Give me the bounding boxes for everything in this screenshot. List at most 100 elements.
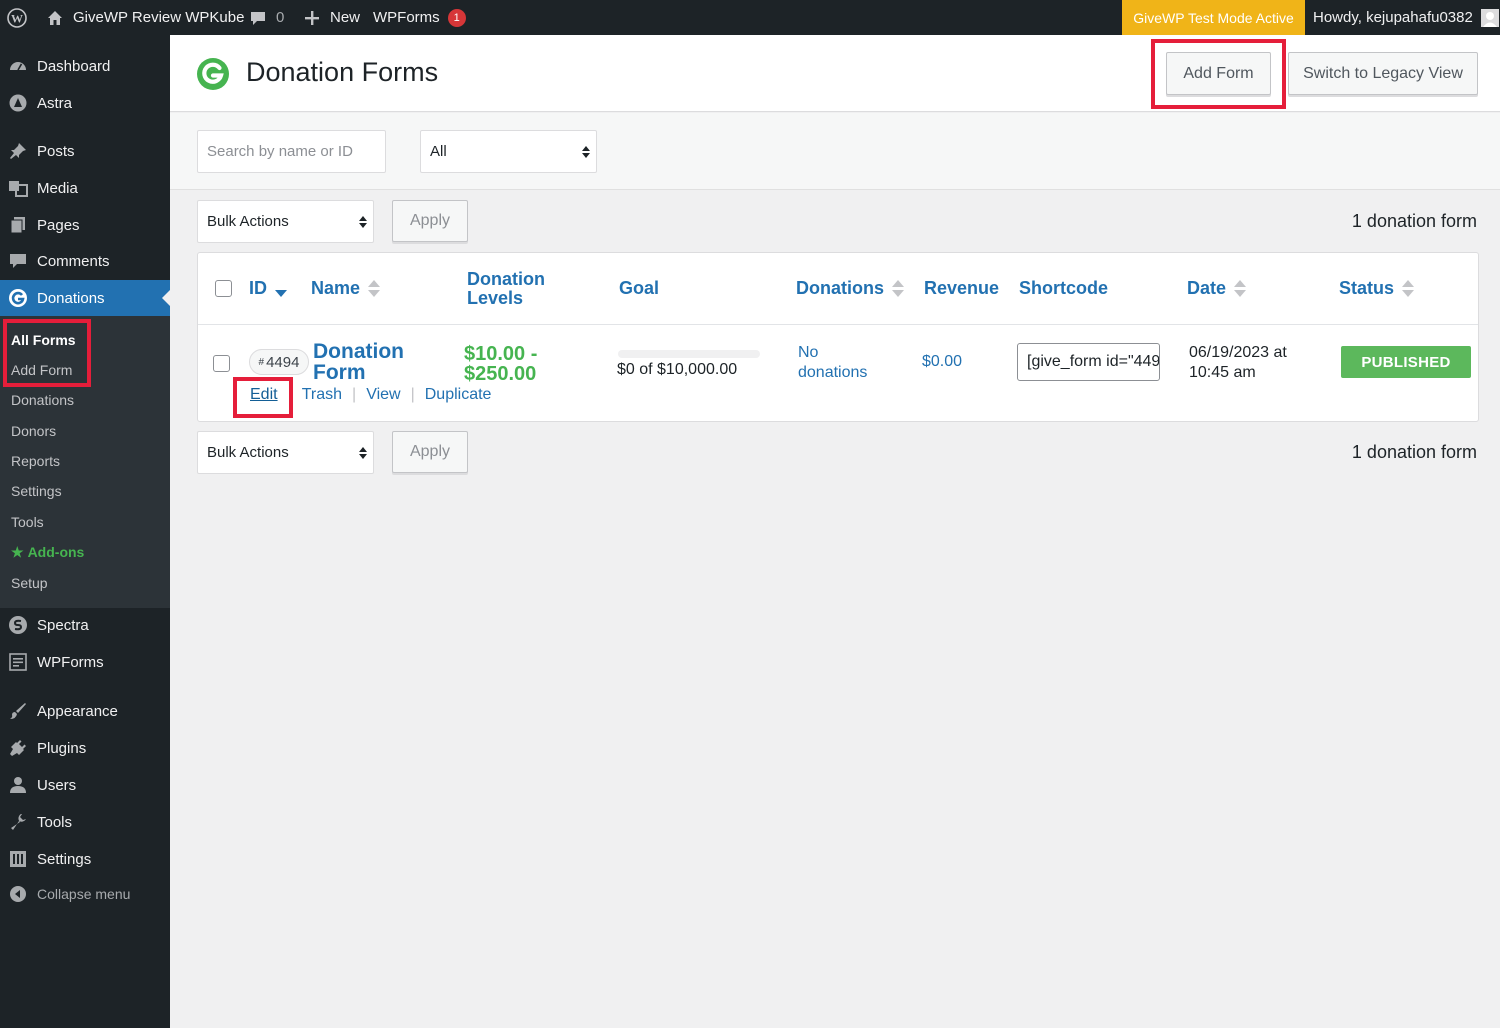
- submenu-settings[interactable]: Settings: [11, 480, 62, 502]
- sidebar-item-label: Media: [37, 179, 78, 197]
- new-content-button[interactable]: New: [302, 0, 360, 35]
- table-header: ID Name Donation Levels Goal Donations R…: [198, 253, 1478, 325]
- submenu-donations[interactable]: Donations: [11, 389, 74, 411]
- new-label: New: [330, 9, 361, 26]
- column-levels-label-1: Donation: [467, 269, 545, 289]
- sort-arrows-icon: [368, 280, 381, 297]
- submenu-add-form[interactable]: Add Form: [11, 359, 72, 381]
- dashboard-icon: [8, 56, 28, 76]
- select-all-checkbox[interactable]: [215, 280, 232, 297]
- admin-sidebar: Dashboard Astra Posts Media Pages Commen…: [0, 35, 170, 1028]
- comments-link[interactable]: 0: [248, 0, 284, 35]
- brush-icon: [8, 701, 28, 721]
- sidebar-item-donations[interactable]: Donations: [0, 280, 170, 316]
- sidebar-item-settings[interactable]: Settings: [0, 841, 170, 877]
- column-goal-label: Goal: [619, 278, 660, 298]
- submenu-donors[interactable]: Donors: [11, 420, 56, 442]
- sidebar-item-appearance[interactable]: Appearance: [0, 693, 170, 729]
- test-mode-notice[interactable]: GiveWP Test Mode Active: [1122, 0, 1305, 35]
- sidebar-item-astra[interactable]: Astra: [0, 85, 170, 121]
- bulk-actions-select-bottom[interactable]: Bulk Actions: [197, 431, 374, 474]
- status-filter-value: All: [430, 143, 447, 160]
- status-badge: PUBLISHED: [1341, 346, 1471, 378]
- column-name-header[interactable]: Name: [311, 279, 381, 298]
- current-menu-arrow: [162, 290, 170, 306]
- donations-link[interactable]: No donations: [798, 343, 867, 383]
- apply-button-bottom[interactable]: Apply: [392, 431, 468, 473]
- donations-submenu: All Forms Add Form Donations Donors Repo…: [0, 316, 170, 608]
- shortcode-input[interactable]: [give_form id="4494"]: [1017, 343, 1160, 381]
- form-count-bottom: 1 donation form: [1351, 442, 1477, 462]
- status-filter-select[interactable]: All: [420, 130, 597, 173]
- sidebar-item-label: WPForms: [37, 653, 104, 671]
- sidebar-item-dashboard[interactable]: Dashboard: [0, 48, 170, 84]
- sidebar-item-tools[interactable]: Tools: [0, 804, 170, 840]
- donation-levels: $10.00 - $250.00: [464, 344, 584, 384]
- sidebar-item-wpforms[interactable]: WPForms: [0, 644, 170, 680]
- apply-button-top[interactable]: Apply: [392, 200, 468, 242]
- goal-text: $0 of $10,000.00: [617, 361, 738, 378]
- sidebar-item-label: Dashboard: [37, 57, 111, 75]
- column-date-label: Date: [1187, 278, 1227, 298]
- star-icon: ★: [11, 543, 24, 560]
- wordpress-logo-button[interactable]: W: [7, 0, 27, 35]
- page-title: Donation Forms: [246, 57, 439, 87]
- levels-line-2: $250.00: [464, 363, 537, 385]
- sidebar-item-label: Collapse menu: [37, 886, 131, 902]
- sidebar-item-posts[interactable]: Posts: [0, 133, 170, 169]
- column-id-header[interactable]: ID: [249, 279, 287, 298]
- sidebar-item-plugins[interactable]: Plugins: [0, 730, 170, 766]
- search-input[interactable]: Search by name or ID: [197, 130, 386, 173]
- media-icon: [8, 178, 28, 198]
- revenue-link[interactable]: $0.00: [922, 353, 962, 371]
- sidebar-item-users[interactable]: Users: [0, 767, 170, 803]
- add-form-button[interactable]: Add Form: [1166, 52, 1271, 95]
- donations-line-1: No: [798, 344, 819, 361]
- column-date-header[interactable]: Date: [1187, 278, 1247, 298]
- filters-bar: Search by name or ID All: [170, 113, 1500, 190]
- avatar: [1480, 8, 1499, 27]
- trash-link[interactable]: Trash: [302, 386, 342, 404]
- column-revenue-label: Revenue: [924, 278, 1000, 298]
- switch-legacy-view-button[interactable]: Switch to Legacy View: [1288, 52, 1478, 95]
- collapse-menu-button[interactable]: Collapse menu: [0, 876, 170, 912]
- row-checkbox[interactable]: [213, 355, 230, 372]
- submenu-tools[interactable]: Tools: [11, 511, 44, 533]
- sidebar-item-pages[interactable]: Pages: [0, 207, 170, 243]
- duplicate-link[interactable]: Duplicate: [425, 386, 492, 404]
- site-name: GiveWP Review WPKube: [73, 9, 245, 26]
- column-status-header[interactable]: Status: [1339, 279, 1415, 298]
- bulk-actions-select-top[interactable]: Bulk Actions: [197, 200, 374, 243]
- separator: |: [410, 386, 415, 403]
- view-link[interactable]: View: [366, 386, 400, 404]
- sort-arrows-icon: [892, 280, 904, 297]
- sidebar-item-label: Spectra: [37, 616, 89, 634]
- wrench-icon: [8, 812, 28, 832]
- wpforms-icon: [8, 652, 28, 672]
- submenu-add-ons[interactable]: ★ Add-ons: [11, 541, 84, 563]
- sidebar-item-media[interactable]: Media: [0, 170, 170, 206]
- submenu-reports[interactable]: Reports: [11, 450, 60, 472]
- sidebar-item-comments[interactable]: Comments: [0, 243, 170, 279]
- donations-line-2: donations: [798, 364, 868, 381]
- comments-count: 0: [276, 9, 285, 26]
- form-date: 06/19/2023 at 10:45 am: [1189, 343, 1287, 383]
- sidebar-item-label: Settings: [37, 850, 92, 868]
- astra-icon: [8, 93, 28, 113]
- wpforms-menu[interactable]: WPForms 1: [373, 0, 466, 35]
- site-name-link[interactable]: GiveWP Review WPKube: [45, 0, 244, 35]
- row-actions: Edit | Trash | View | Duplicate: [250, 386, 491, 404]
- form-name-link[interactable]: Donation Form: [313, 341, 433, 383]
- howdy-text: Howdy, kejupahafu0382: [1313, 9, 1473, 26]
- column-donations-header[interactable]: Donations: [796, 279, 904, 298]
- submenu-all-forms[interactable]: All Forms: [11, 329, 76, 351]
- sidebar-item-spectra[interactable]: Spectra: [0, 607, 170, 643]
- wpforms-notification-badge: 1: [447, 8, 466, 27]
- user-account-menu[interactable]: Howdy, kejupahafu0382: [1313, 0, 1499, 35]
- sidebar-item-label: Posts: [37, 142, 75, 160]
- submenu-setup[interactable]: Setup: [11, 572, 48, 594]
- column-revenue-header: Revenue: [924, 279, 999, 298]
- id-prefix: #: [258, 356, 265, 368]
- form-id: 4494: [266, 353, 300, 371]
- edit-link[interactable]: Edit: [250, 386, 278, 404]
